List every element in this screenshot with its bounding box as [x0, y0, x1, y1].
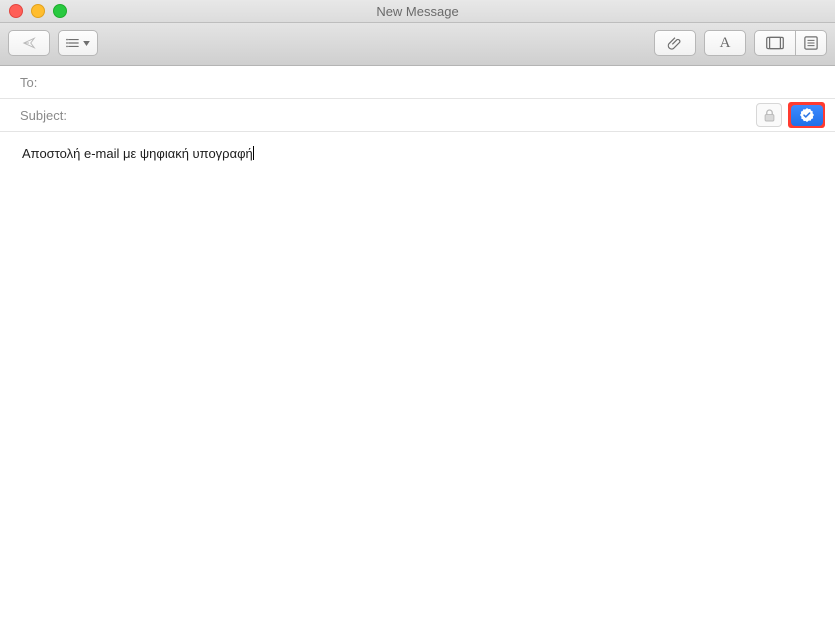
subject-label: Subject: [20, 108, 67, 123]
header-fields-button[interactable] [58, 30, 98, 56]
photo-browser-icon [766, 36, 784, 50]
message-body[interactable]: Αποστολή e-mail με ψηφιακή υπογραφή [0, 132, 835, 641]
close-window-button[interactable] [9, 4, 23, 18]
zoom-window-button[interactable] [53, 4, 67, 18]
stationery-icon [804, 36, 818, 50]
attach-button[interactable] [654, 30, 696, 56]
format-text-icon: A [720, 35, 731, 52]
sign-toggle[interactable] [791, 105, 823, 126]
paperclip-icon [667, 35, 683, 51]
window-title: New Message [0, 4, 835, 19]
lock-icon [764, 109, 775, 122]
send-icon [19, 36, 39, 50]
titlebar: New Message [0, 0, 835, 23]
send-button[interactable] [8, 30, 50, 56]
header-fields-menu-icon [66, 37, 90, 49]
window-controls [9, 4, 67, 18]
to-input[interactable] [43, 74, 825, 91]
header-fields: To: Subject: [0, 66, 835, 132]
media-group [754, 30, 827, 56]
subject-row: Subject: [0, 99, 835, 131]
text-cursor [253, 146, 254, 160]
to-row: To: [0, 66, 835, 99]
body-text: Αποστολή e-mail με ψηφιακή υπογραφή [22, 146, 253, 161]
sign-toggle-highlight [788, 102, 825, 128]
sign-badge-icon [800, 108, 814, 122]
to-label: To: [20, 75, 37, 90]
stationery-button[interactable] [796, 30, 827, 56]
encrypt-toggle[interactable] [756, 103, 782, 127]
compose-window: New Message A [0, 0, 835, 641]
minimize-window-button[interactable] [31, 4, 45, 18]
toolbar: A [0, 23, 835, 66]
format-button[interactable]: A [704, 30, 746, 56]
photo-browser-button[interactable] [754, 30, 796, 56]
security-controls [756, 102, 825, 128]
subject-input[interactable] [73, 107, 756, 124]
